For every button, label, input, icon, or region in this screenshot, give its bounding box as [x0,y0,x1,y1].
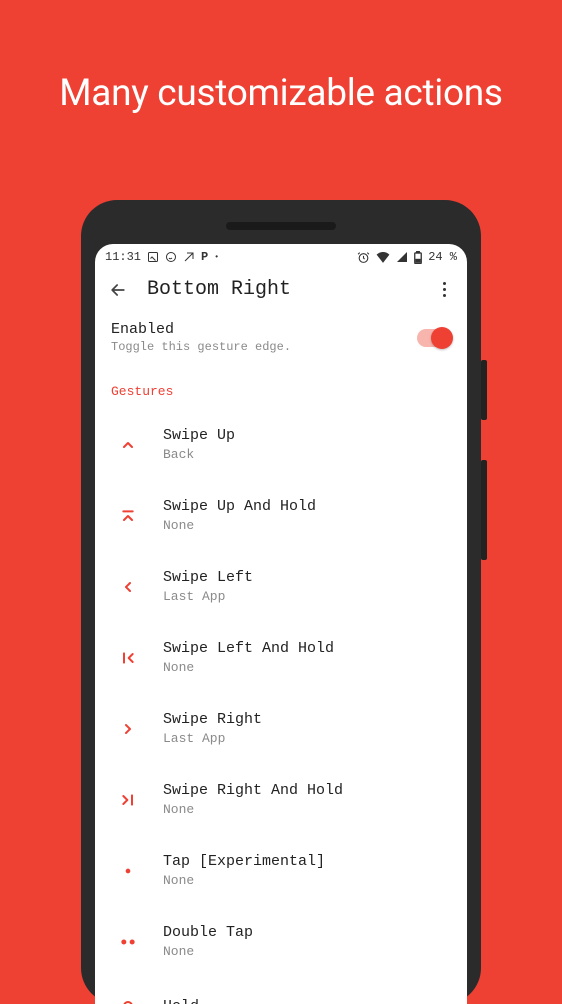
enabled-switch[interactable] [417,329,451,347]
gesture-title: Swipe Left [163,569,253,586]
alarm-icon [357,251,370,264]
status-time: 11:31 [105,250,141,264]
gesture-title: Tap [Experimental] [163,853,325,870]
gesture-item[interactable]: Swipe Right And Hold None [111,764,451,835]
chevron-left-icon [117,576,139,598]
gesture-item[interactable]: Tap [Experimental] None [111,835,451,906]
gesture-title: Double Tap [163,924,253,941]
dot-icon: • [214,253,219,262]
integration-icon [183,251,195,263]
chevron-up-icon [117,434,139,456]
gesture-title: Swipe Right [163,711,262,728]
phone-speaker [226,222,336,230]
wifi-icon [376,251,390,263]
promo-title: Many customizable actions [0,0,562,115]
gesture-value: None [163,873,325,888]
section-header-gestures: Gestures [111,384,451,399]
enabled-toggle-row[interactable]: Enabled Toggle this gesture edge. [111,319,451,364]
chevron-right-bar-icon [117,789,139,811]
gesture-title: Hold [163,998,199,1004]
gesture-item[interactable]: Swipe Right Last App [111,693,451,764]
image-icon [147,251,159,263]
content-area: Enabled Toggle this gesture edge. Gestur… [95,313,467,1004]
whatsapp-icon [165,251,177,263]
gesture-value: Back [163,447,235,462]
gesture-title: Swipe Up And Hold [163,498,316,515]
gesture-title: Swipe Left And Hold [163,640,334,657]
gesture-item[interactable]: Swipe Left And Hold None [111,622,451,693]
gesture-value: None [163,660,334,675]
chevron-right-icon [117,718,139,740]
enabled-label: Enabled [111,321,291,338]
phone-frame: 11:31 P • 24 % Bottom Right [81,200,481,1004]
back-button[interactable] [107,279,129,301]
gesture-value: None [163,944,253,959]
phone-side-button [481,360,487,420]
chevron-left-bar-icon [117,647,139,669]
gesture-title: Swipe Right And Hold [163,782,343,799]
p-icon: P [201,250,208,264]
phone-side-button [481,460,487,560]
status-bar: 11:31 P • 24 % [95,244,467,268]
gesture-value: Last App [163,731,262,746]
gesture-item[interactable]: Swipe Up And Hold None [111,480,451,551]
app-bar: Bottom Right [95,268,467,313]
gesture-title: Swipe Up [163,427,235,444]
chevron-up-bar-icon [117,505,139,527]
gesture-item[interactable]: Swipe Up Back [111,409,451,480]
enabled-description: Toggle this gesture edge. [111,340,291,354]
gesture-item[interactable]: Double Tap None [111,906,451,977]
double-dot-icon [117,931,139,953]
status-battery-percent: 24 % [428,250,457,264]
page-title: Bottom Right [147,278,415,301]
phone-screen: 11:31 P • 24 % Bottom Right [95,244,467,1004]
gesture-value: None [163,518,316,533]
gesture-list: Swipe UpBackSwipe Up And HoldNoneSwipe L… [111,409,451,1004]
signal-icon [396,251,408,263]
gesture-item[interactable]: Swipe Left Last App [111,551,451,622]
battery-icon [414,251,422,264]
gesture-value: None [163,802,343,817]
dot-icon [117,860,139,882]
gesture-value: Last App [163,589,253,604]
overflow-menu-button[interactable] [433,279,455,301]
